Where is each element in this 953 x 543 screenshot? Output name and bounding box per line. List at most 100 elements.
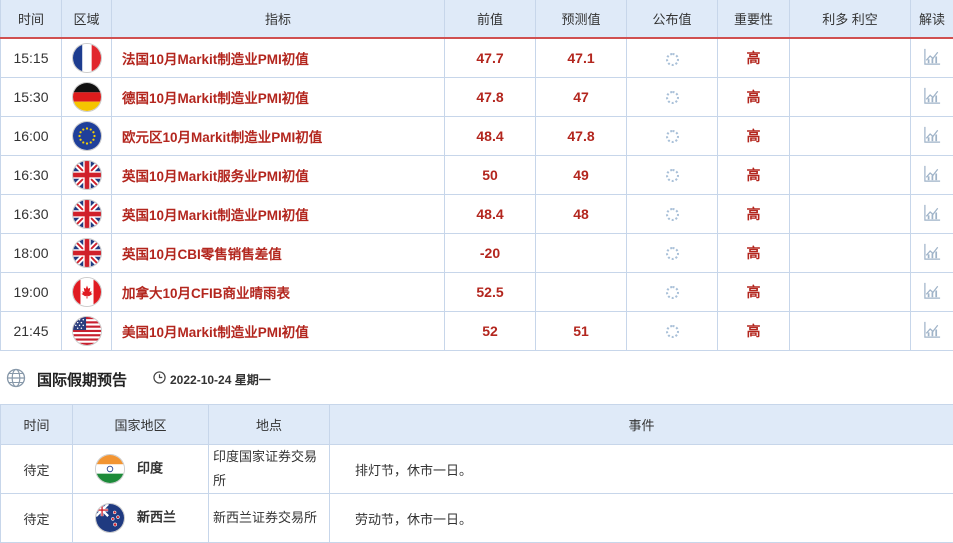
previous-value: -20: [444, 233, 536, 273]
holiday-location: 印度国家证券交易所: [208, 444, 330, 494]
hol-col-region: 国家地区: [72, 404, 209, 445]
loading-spinner-icon: [665, 325, 679, 339]
event-time: 18:00: [0, 233, 62, 273]
col-actual: 公布值: [626, 0, 718, 39]
hol-col-event: 事件: [329, 404, 953, 445]
col-analysis: 解读: [910, 0, 953, 39]
indicator-name[interactable]: 英国10月Markit服务业PMI初值: [111, 155, 445, 195]
previous-value: 50: [444, 155, 536, 195]
holiday-row: 待定 新西兰 新西兰证券交易所 劳动节，休市一日。: [0, 493, 953, 543]
econ-row: 15:15 法国10月Markit制造业PMI初值 47.7 47.1 高: [0, 38, 953, 78]
holiday-region-cell: 印度: [72, 444, 209, 494]
holiday-region: 新西兰: [137, 509, 177, 525]
previous-value: 47.8: [444, 77, 536, 117]
region-cell: [61, 194, 112, 234]
importance-level: 高: [717, 233, 790, 273]
uk-flag-icon: [71, 198, 102, 229]
hol-col-time: 时间: [0, 404, 73, 445]
forecast-value: 47.8: [535, 116, 627, 156]
holiday-location: 新西兰证券交易所: [208, 493, 330, 543]
eu-flag-icon: [71, 120, 102, 151]
holiday-time: 待定: [0, 493, 73, 543]
holiday-header-row: 时间 国家地区 地点 事件: [0, 404, 953, 445]
chart-analysis-icon[interactable]: [923, 86, 942, 108]
indicator-name[interactable]: 德国10月Markit制造业PMI初值: [111, 77, 445, 117]
importance-level: 高: [717, 77, 790, 117]
actual-cell: [626, 77, 718, 117]
holiday-title: 国际假期预告: [37, 372, 128, 389]
loading-spinner-icon: [665, 247, 679, 261]
uk-flag-icon: [71, 237, 102, 268]
newzealand-flag-icon: [95, 503, 125, 533]
chart-analysis-icon[interactable]: [923, 281, 942, 303]
event-time: 16:30: [0, 194, 62, 234]
holiday-time: 待定: [0, 444, 73, 494]
economic-calendar-table: 时间 区域 指标 前值 预测值 公布值 重要性 利多 利空 解读 15:15 法国…: [0, 0, 953, 351]
analysis-cell: [910, 311, 953, 351]
region-cell: [61, 233, 112, 273]
bull-bear-cell: [789, 194, 911, 234]
analysis-cell: [910, 38, 953, 78]
analysis-cell: [910, 155, 953, 195]
chart-analysis-icon[interactable]: [923, 203, 942, 225]
econ-row: 15:30 德国10月Markit制造业PMI初值 47.8 47 高: [0, 77, 953, 117]
actual-cell: [626, 155, 718, 195]
chart-analysis-icon[interactable]: [923, 164, 942, 186]
loading-spinner-icon: [665, 208, 679, 222]
chart-analysis-icon[interactable]: [923, 320, 942, 342]
chart-analysis-icon[interactable]: [923, 125, 942, 147]
event-time: 21:45: [0, 311, 62, 351]
actual-cell: [626, 272, 718, 312]
econ-header-row: 时间 区域 指标 前值 预测值 公布值 重要性 利多 利空 解读: [0, 0, 953, 39]
canada-flag-icon: [71, 276, 102, 307]
previous-value: 52: [444, 311, 536, 351]
forecast-value: 47: [535, 77, 627, 117]
forecast-value: 47.1: [535, 38, 627, 78]
bull-bear-cell: [789, 155, 911, 195]
analysis-cell: [910, 116, 953, 156]
forecast-value: [535, 272, 627, 312]
chart-analysis-icon[interactable]: [923, 242, 942, 264]
actual-cell: [626, 233, 718, 273]
holiday-section-header: 国际假期预告 2022-10-24 星期一: [0, 362, 953, 394]
econ-row: 21:45 美国10月Markit制造业PMI初值 52 51 高: [0, 311, 953, 351]
indicator-name[interactable]: 英国10月CBI零售销售差值: [111, 233, 445, 273]
previous-value: 52.5: [444, 272, 536, 312]
previous-value: 48.4: [444, 194, 536, 234]
indicator-name[interactable]: 美国10月Markit制造业PMI初值: [111, 311, 445, 351]
col-time: 时间: [0, 0, 62, 39]
forecast-value: 51: [535, 311, 627, 351]
bull-bear-cell: [789, 77, 911, 117]
region-cell: [61, 155, 112, 195]
event-time: 15:15: [0, 38, 62, 78]
importance-level: 高: [717, 155, 790, 195]
importance-level: 高: [717, 311, 790, 351]
region-cell: [61, 38, 112, 78]
col-forecast: 预测值: [535, 0, 627, 39]
indicator-name[interactable]: 加拿大10月CFIB商业晴雨表: [111, 272, 445, 312]
uk-flag-icon: [71, 159, 102, 190]
col-importance: 重要性: [717, 0, 790, 39]
holiday-table: 时间 国家地区 地点 事件 待定 印度 印度国家证券交易所 排灯节，休市一日。 待定 新西…: [0, 404, 953, 543]
actual-cell: [626, 194, 718, 234]
col-bull-bear: 利多 利空: [789, 0, 911, 39]
loading-spinner-icon: [665, 130, 679, 144]
econ-row: 19:00 加拿大10月CFIB商业晴雨表 52.5 高: [0, 272, 953, 312]
econ-row: 16:00 欧元区10月Markit制造业PMI初值 48.4 47.8 高: [0, 116, 953, 156]
holiday-event: 劳动节，休市一日。: [329, 493, 953, 543]
loading-spinner-icon: [665, 52, 679, 66]
indicator-name[interactable]: 欧元区10月Markit制造业PMI初值: [111, 116, 445, 156]
holiday-row: 待定 印度 印度国家证券交易所 排灯节，休市一日。: [0, 444, 953, 494]
chart-analysis-icon[interactable]: [923, 47, 942, 69]
forecast-value: [535, 233, 627, 273]
indicator-name[interactable]: 英国10月Markit制造业PMI初值: [111, 194, 445, 234]
event-time: 16:30: [0, 155, 62, 195]
indicator-name[interactable]: 法国10月Markit制造业PMI初值: [111, 38, 445, 78]
holiday-event: 排灯节，休市一日。: [329, 444, 953, 494]
importance-level: 高: [717, 38, 790, 78]
globe-icon: [6, 368, 26, 388]
region-cell: [61, 116, 112, 156]
econ-row: 16:30 英国10月Markit制造业PMI初值 48.4 48 高: [0, 194, 953, 234]
bull-bear-cell: [789, 38, 911, 78]
actual-cell: [626, 116, 718, 156]
